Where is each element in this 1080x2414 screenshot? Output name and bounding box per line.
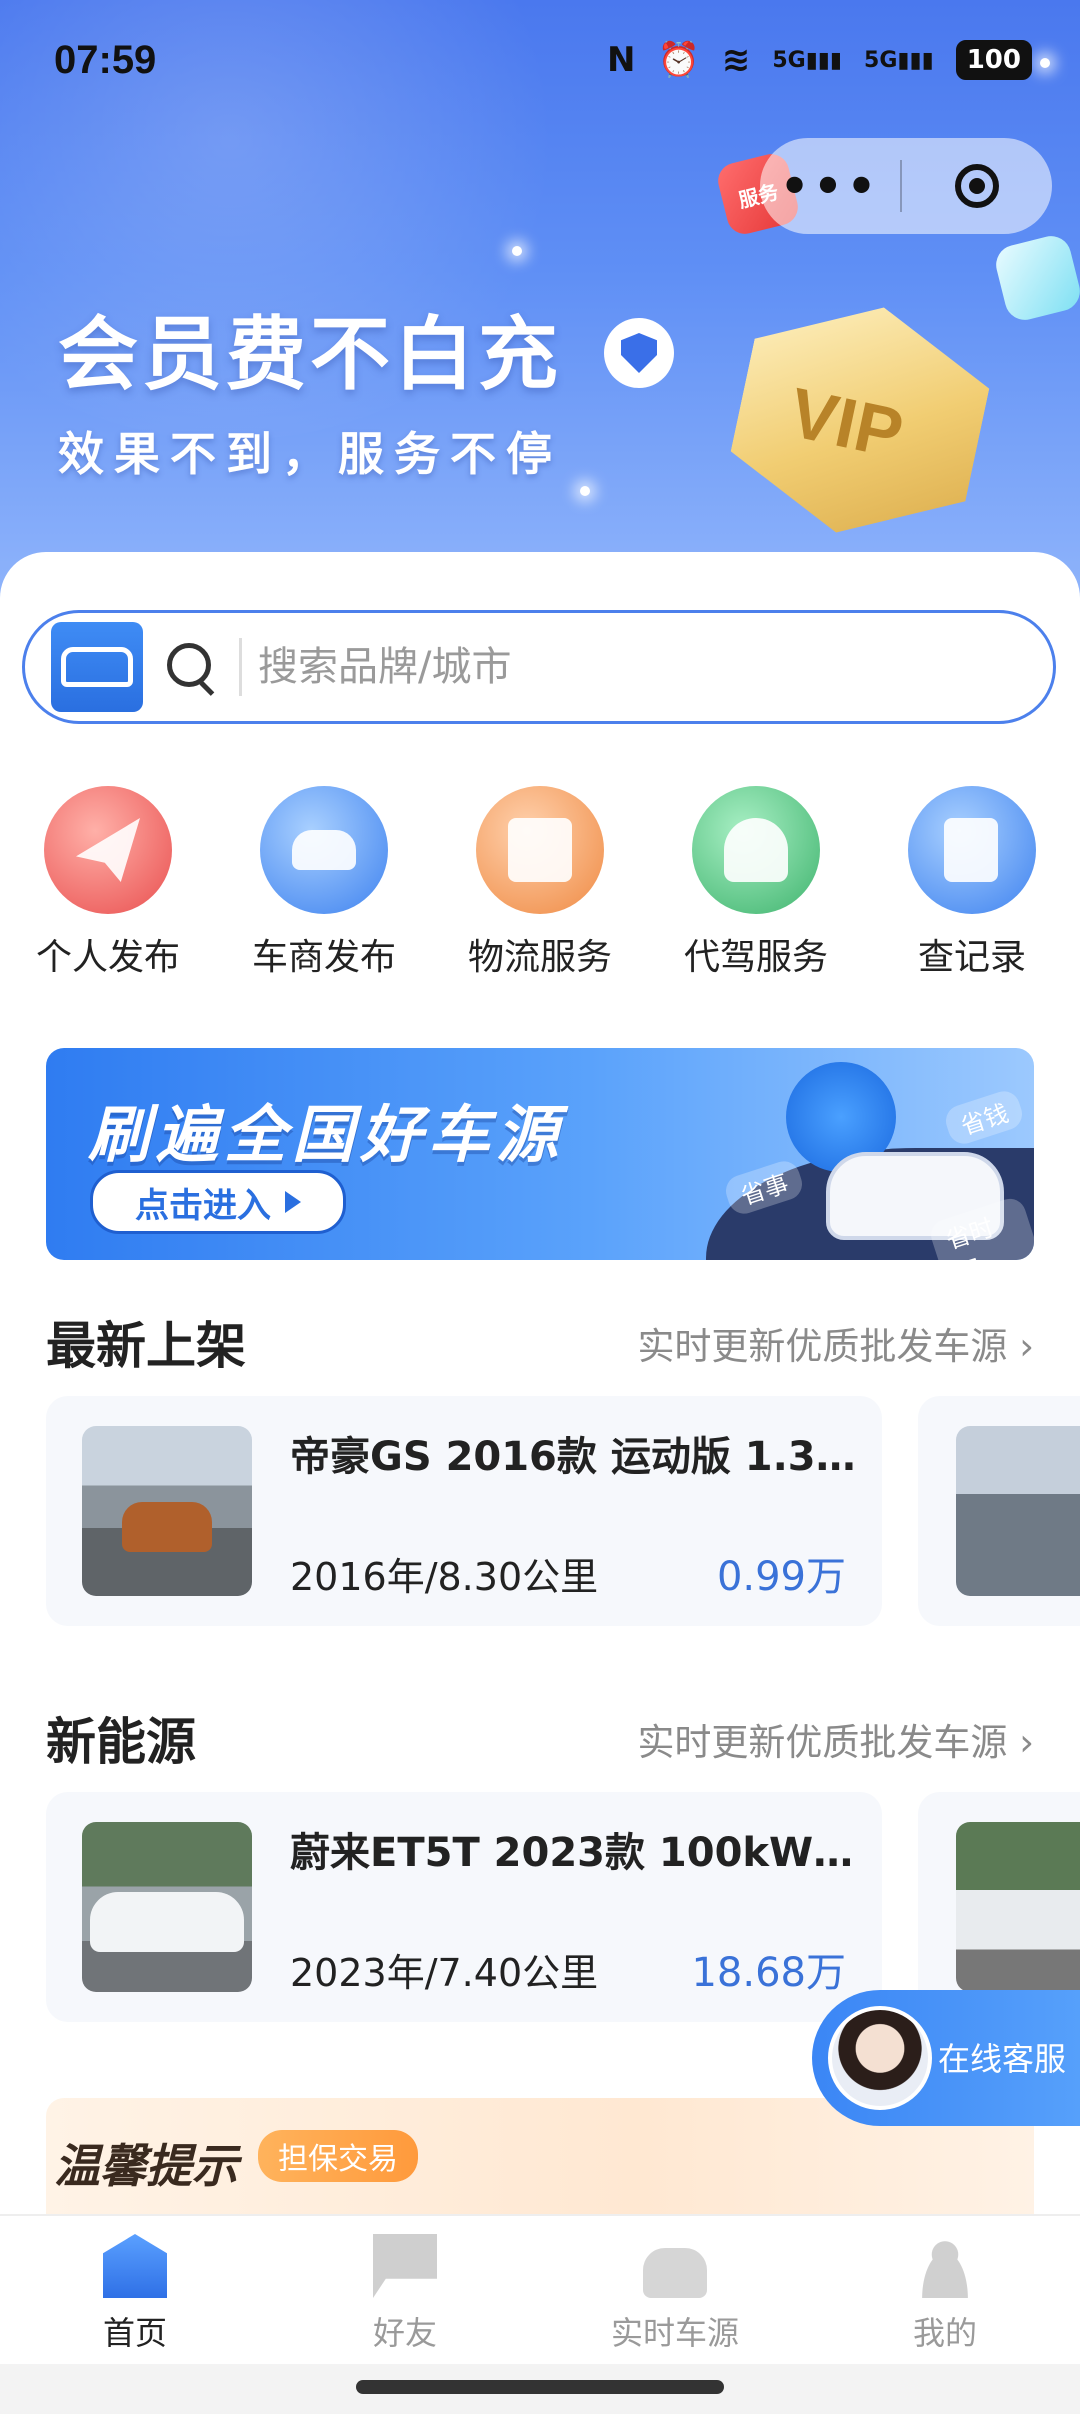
promo-tag: 省钱 xyxy=(941,1087,1027,1148)
mini-program-capsule: ••• xyxy=(760,138,1052,234)
promo-enter-button[interactable]: 点击进入 xyxy=(90,1170,346,1234)
chevron-right-icon: › xyxy=(1019,1721,1034,1764)
close-program-button[interactable] xyxy=(902,164,1052,208)
section-more-link[interactable]: 实时更新优质批发车源 › xyxy=(637,1316,1034,1370)
search-divider xyxy=(239,638,242,696)
quick-action-label: 代驾服务 xyxy=(683,937,828,978)
avatar xyxy=(828,2006,932,2110)
promo-button-label: 点击进入 xyxy=(135,1185,271,1226)
car-icon xyxy=(260,786,388,914)
car-price: 0.99万 xyxy=(716,1554,846,1600)
car-icon xyxy=(643,2248,707,2298)
package-icon xyxy=(476,786,604,914)
hero-title: 会员费不白充 xyxy=(58,308,562,401)
status-bar: 07:59 N ⏰ ≋ 5G▮▮▮ 5G▮▮▮ 100 xyxy=(0,0,1080,130)
tab-label: 我的 xyxy=(912,2314,977,2352)
promo-title: 刷遍全国好车源 xyxy=(88,1098,565,1171)
status-time: 07:59 xyxy=(54,38,157,82)
bottom-tab-bar: 首页 好友 实时车源 我的 xyxy=(0,2214,1080,2366)
car-listing-card[interactable]: 蔚来ET5T 2023款 100kWh... 2023年/7.40公里 18.6… xyxy=(46,1792,882,2022)
home-icon xyxy=(103,2234,167,2298)
quick-action-personal-publish[interactable]: 个人发布 xyxy=(8,786,208,980)
search-bar[interactable] xyxy=(22,610,1056,724)
car-meta: 2016年/8.30公里 xyxy=(290,1555,599,1599)
shield-icon xyxy=(604,318,674,388)
sparkle-icon xyxy=(580,486,590,496)
car-listing-card-peek[interactable] xyxy=(918,1792,1080,2022)
tab-label: 实时车源 xyxy=(610,2314,739,2352)
car-price: 18.68万 xyxy=(691,1950,846,1996)
signal-icon: 5G▮▮▮ xyxy=(772,47,843,73)
battery-icon: 100 xyxy=(955,40,1032,80)
online-service-button[interactable]: 在线客服 xyxy=(812,1990,1080,2126)
home-indicator[interactable] xyxy=(356,2380,724,2394)
alarm-icon: ⏰ xyxy=(657,40,700,80)
app-logo-icon xyxy=(51,622,143,712)
quick-action-chauffeur[interactable]: 代驾服务 xyxy=(656,786,856,980)
notice-title: 温馨提示 xyxy=(54,2139,238,2193)
section-header-new-energy: 新能源 实时更新优质批发车源 › xyxy=(46,1702,1034,1771)
person-icon xyxy=(913,2234,977,2298)
hero-subtitle: 效果不到，服务不停 xyxy=(58,427,562,481)
car-photo xyxy=(956,1426,1080,1596)
car-photo xyxy=(82,1822,252,1992)
play-icon xyxy=(285,1191,301,1213)
target-icon xyxy=(955,164,999,208)
quick-action-label: 查记录 xyxy=(917,937,1026,978)
car-photo xyxy=(82,1426,252,1596)
quick-action-logistics[interactable]: 物流服务 xyxy=(440,786,640,980)
more-menu-button[interactable]: ••• xyxy=(760,159,900,213)
quick-action-label: 车商发布 xyxy=(251,937,396,978)
paper-plane-icon xyxy=(44,786,172,914)
driver-icon xyxy=(692,786,820,914)
quick-action-label: 个人发布 xyxy=(35,937,180,978)
notice-tag: 担保交易 xyxy=(258,2130,418,2182)
tab-friends[interactable]: 好友 xyxy=(270,2216,540,2366)
car-listing-card-peek[interactable] xyxy=(918,1396,1080,1626)
chat-icon xyxy=(373,2234,437,2298)
search-input[interactable] xyxy=(256,643,1020,691)
promo-banner[interactable]: 省事 省钱 省时间 刷遍全国好车源 点击进入 xyxy=(46,1048,1034,1260)
section-more-link[interactable]: 实时更新优质批发车源 › xyxy=(637,1712,1034,1766)
clipboard-search-icon xyxy=(908,786,1036,914)
status-icons: N ⏰ ≋ 5G▮▮▮ 5G▮▮▮ 100 xyxy=(607,40,1032,80)
quick-actions: 个人发布 车商发布 物流服务 代驾服务 查记录 xyxy=(0,786,1080,986)
online-service-label: 在线客服 xyxy=(938,2040,1067,2078)
search-icon xyxy=(161,637,221,697)
car-meta: 2023年/7.40公里 xyxy=(290,1951,599,1995)
car-listing-card[interactable]: 帝豪GS 2016款 运动版 1.3T... 2016年/8.30公里 0.99… xyxy=(46,1396,882,1626)
sparkle-icon xyxy=(512,246,522,256)
tab-label: 首页 xyxy=(102,2314,167,2352)
section-header-latest: 最新上架 实时更新优质批发车源 › xyxy=(46,1306,1034,1375)
tab-mine[interactable]: 我的 xyxy=(810,2216,1080,2366)
section-title: 最新上架 xyxy=(46,1317,246,1375)
quick-action-dealer-publish[interactable]: 车商发布 xyxy=(224,786,424,980)
section-title: 新能源 xyxy=(46,1713,196,1771)
car-photo xyxy=(956,1822,1080,1992)
tab-label: 好友 xyxy=(372,2314,437,2352)
nfc-icon: N xyxy=(607,40,636,80)
wifi-icon: ≋ xyxy=(721,40,751,80)
quick-action-records[interactable]: 查记录 xyxy=(872,786,1072,980)
crown-icon xyxy=(991,231,1080,325)
tab-live-listings[interactable]: 实时车源 xyxy=(540,2216,810,2366)
quick-action-label: 物流服务 xyxy=(467,937,612,978)
chevron-right-icon: › xyxy=(1019,1325,1034,1368)
tab-home[interactable]: 首页 xyxy=(0,2216,270,2366)
car-title: 蔚来ET5T 2023款 100kWh... xyxy=(290,1830,860,1876)
signal-icon: 5G▮▮▮ xyxy=(864,47,934,73)
car-title: 帝豪GS 2016款 运动版 1.3T... xyxy=(290,1434,860,1480)
vip-badge: VIP xyxy=(740,305,980,535)
